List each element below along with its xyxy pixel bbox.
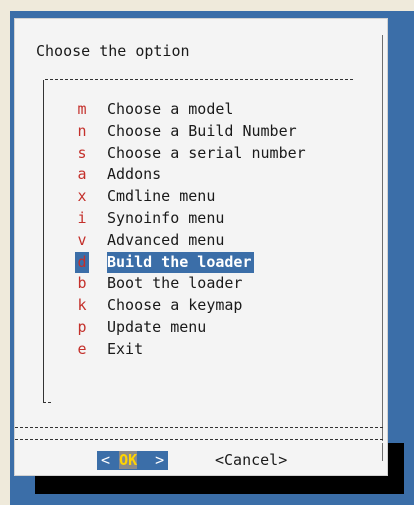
ok-hotkey-letter: O [119,451,129,469]
menu-item-advanced-menu[interactable]: v Advanced menu [41,230,306,252]
menu-item-choose-a-build-number[interactable]: n Choose a Build Number [41,121,306,143]
ok-left-bracket: < [101,451,120,469]
dialog-frame-right [382,35,383,441]
menu-item-choose-a-model[interactable]: m Choose a model [41,99,306,121]
menu-item-label: Build the loader [107,251,254,274]
menu-item-label: Choose a keymap [107,296,243,315]
cancel-button[interactable]: <Cancel> [215,451,287,470]
ok-button[interactable]: < OK > [97,451,169,470]
menu-item-hotkey: e [77,339,87,358]
menu-item-label: Choose a Build Number [107,121,297,140]
menu-item-exit[interactable]: e Exit [41,339,306,361]
menu-item-label: Boot the loader [107,274,243,293]
menu-item-build-the-loader[interactable]: d Build the loader [41,251,306,274]
menu-item-label: Addons [107,165,162,184]
menu-item-hotkey: b [77,274,87,293]
menu-item-label: Cmdline menu [107,187,216,206]
menu-item-hotkey: n [77,121,87,140]
menu-item-label: Synoinfo menu [107,208,225,227]
ok-right-bracket: > [137,451,165,469]
menu-item-label: Advanced menu [107,230,225,249]
menu-item-hotkey: m [77,100,87,118]
menu-item-synoinfo-menu[interactable]: i Synoinfo menu [41,208,306,230]
menu-item-choose-a-keymap[interactable]: k Choose a keymap [41,295,306,317]
menu-frame-top [45,79,353,80]
menu-item-hotkey: p [77,317,87,336]
menu-item-hotkey: s [77,143,87,162]
option-menu: m Choose a model n Choose a Build Number s Ch… [41,99,306,361]
menu-item-label: Exit [107,339,144,358]
ok-label-rest: K [128,451,138,469]
menu-item-hotkey: x [77,187,87,206]
menu-item-hotkey: k [77,296,87,315]
button-row: < OK > <Cancel> [15,437,387,477]
menu-item-label: Update menu [107,317,207,336]
dialog-title: Choose the option [36,42,190,60]
menu-item-hotkey: i [77,208,87,227]
button-separator [15,427,383,428]
option-dialog: Choose the option m Choose a model n Choose… [14,18,388,476]
menu-item-hotkey: d [75,251,89,274]
menu-item-addons[interactable]: a Addons [41,164,306,186]
menu-item-hotkey: a [77,165,87,184]
menu-item-label: Choose a serial number [107,143,306,162]
menu-item-choose-a-serial-number[interactable]: s Choose a serial number [41,143,306,165]
menu-item-update-menu[interactable]: p Update menu [41,317,306,339]
menu-item-hotkey: v [77,230,87,249]
menu-item-label: Choose a model [107,100,234,118]
menu-frame-bottom [43,402,51,403]
menu-item-boot-the-loader[interactable]: b Boot the loader [41,273,306,295]
menu-item-cmdline-menu[interactable]: x Cmdline menu [41,186,306,208]
